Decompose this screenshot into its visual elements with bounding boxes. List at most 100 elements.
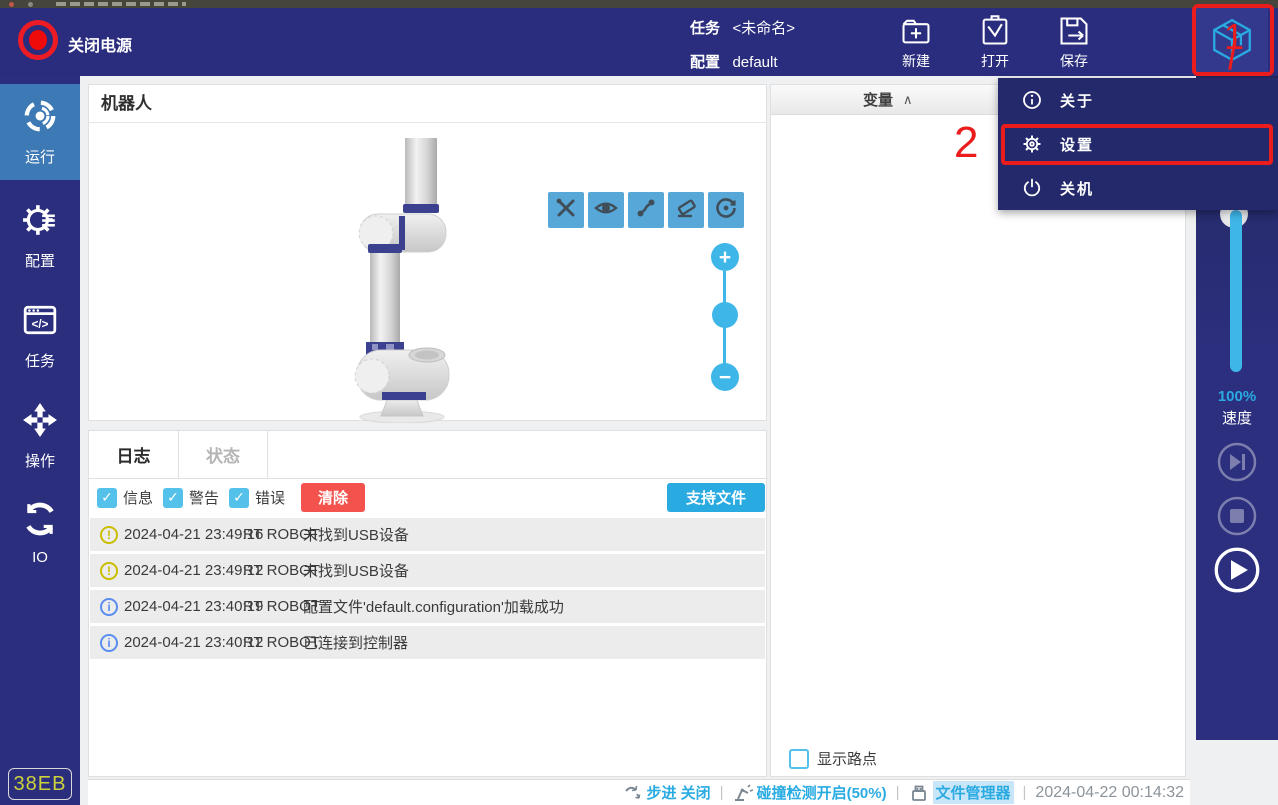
warning-filter-label: 警告: [189, 490, 220, 507]
log-row: ! 2024-04-21 23:49:12 RT ROBOT 未找到USB设备: [90, 554, 765, 587]
window-button-minimize[interactable]: [28, 2, 33, 7]
sidebar-item-run[interactable]: 运行: [0, 84, 80, 180]
show-waypoints-control[interactable]: 显示路点: [789, 748, 877, 769]
sidebar-item-operate[interactable]: 操作: [0, 388, 80, 484]
collapse-icon: ∧: [903, 91, 913, 107]
warning-icon: !: [100, 525, 118, 544]
zoom-in-button[interactable]: +: [711, 243, 739, 271]
error-filter-label: 错误: [255, 490, 286, 507]
play-icon: [1214, 547, 1260, 593]
power-icon: [29, 30, 47, 50]
view-path-button[interactable]: [628, 192, 664, 228]
new-task-label: 新建: [902, 53, 930, 69]
view-tools-button[interactable]: [548, 192, 584, 228]
window-button-close[interactable]: [9, 2, 14, 7]
robot-panel-title: 机器人: [89, 85, 766, 123]
step-arrow-icon: [624, 785, 640, 799]
move-arrows-icon: [22, 402, 58, 443]
collision-detection-control[interactable]: 碰撞检测开启(50%): [733, 782, 887, 803]
error-checkbox[interactable]: ✓: [229, 487, 249, 508]
path-waypoints-icon: [634, 196, 658, 225]
log-row: i 2024-04-21 23:40:19 RT ROBOT 配置文件'defa…: [90, 590, 765, 623]
tools-icon: [554, 196, 578, 225]
file-manager-label: 文件管理器: [932, 781, 1014, 804]
play-button[interactable]: [1213, 546, 1260, 593]
filter-info[interactable]: ✓ 信息: [97, 487, 153, 508]
power-button[interactable]: [18, 20, 58, 60]
sidebar-badge[interactable]: 38EB: [8, 768, 72, 800]
view-reset-button[interactable]: [708, 192, 744, 228]
svg-text:</>: </>: [32, 317, 49, 330]
tab-status[interactable]: 状态: [179, 431, 268, 478]
task-label: 任务: [690, 20, 721, 37]
log-row: i 2024-04-21 23:40:12 RT ROBOT 已连接到控制器: [90, 626, 765, 659]
speed-percent: 100%: [1217, 388, 1257, 405]
sidebar: 运行 配置 </> 任务 操作 IO 38EB: [0, 76, 80, 805]
step-forward-button[interactable]: [1215, 440, 1259, 484]
io-cycle-icon: [22, 501, 58, 542]
view-visibility-button[interactable]: [588, 192, 624, 228]
warning-checkbox[interactable]: ✓: [163, 487, 183, 508]
sidebar-item-config[interactable]: 配置: [0, 188, 80, 284]
gear-list-icon: [22, 202, 58, 243]
info-icon: [1022, 90, 1042, 110]
config-value: default: [732, 54, 778, 71]
robot-panel: 机器人 + −: [88, 84, 767, 423]
save-task-label: 保存: [1060, 53, 1088, 69]
show-waypoints-checkbox[interactable]: [789, 748, 809, 769]
tab-log-label: 日志: [116, 447, 151, 466]
step-mode-control[interactable]: 步进 关闭: [623, 782, 711, 803]
eraser-icon: [674, 196, 698, 225]
task-value: <未命名>: [732, 20, 795, 37]
cube-logo-icon: [1209, 17, 1255, 68]
filter-warning[interactable]: ✓ 警告: [163, 487, 219, 508]
tab-log[interactable]: 日志: [89, 431, 179, 478]
clear-log-button[interactable]: 清除: [301, 483, 365, 512]
filter-error[interactable]: ✓ 错误: [229, 487, 285, 508]
tab-divider: [89, 478, 766, 479]
status-divider: |: [895, 784, 900, 801]
new-file-icon: [899, 14, 933, 48]
zoom-out-button[interactable]: −: [711, 363, 739, 391]
sidebar-item-label: 任务: [24, 352, 55, 370]
sidebar-item-task[interactable]: </> 任务: [0, 288, 80, 384]
variables-title: 变量: [863, 92, 894, 109]
support-files-button[interactable]: 支持文件: [667, 483, 765, 512]
robot-3d-view[interactable]: + −: [90, 124, 767, 423]
status-divider: |: [719, 784, 724, 801]
zoom-slider-handle[interactable]: [712, 302, 738, 328]
open-task-button[interactable]: 打开: [963, 14, 1027, 74]
open-task-label: 打开: [981, 53, 1009, 69]
run-icon: [22, 98, 58, 139]
window-titlebar: [0, 0, 1278, 8]
status-divider: |: [1022, 784, 1027, 801]
sidebar-item-io[interactable]: IO: [0, 488, 80, 578]
log-message: 已连接到控制器: [303, 635, 409, 652]
menu-item-shutdown[interactable]: 关机: [998, 166, 1278, 210]
save-task-button[interactable]: 保存: [1042, 14, 1106, 74]
info-checkbox[interactable]: ✓: [97, 487, 117, 508]
info-filter-label: 信息: [123, 490, 154, 507]
minus-icon: −: [718, 365, 732, 389]
menu-item-settings[interactable]: 设置: [998, 122, 1278, 166]
new-task-button[interactable]: 新建: [884, 14, 948, 74]
power-button-label: 关闭电源: [68, 38, 133, 55]
view-erase-button[interactable]: [668, 192, 704, 228]
file-manager-control[interactable]: 文件管理器: [909, 781, 1014, 804]
speed-slider-track[interactable]: [1230, 210, 1242, 372]
log-message: 未找到USB设备: [303, 563, 409, 580]
window-title-placeholder: [56, 2, 186, 6]
skip-next-icon: [1217, 442, 1257, 482]
menu-item-about[interactable]: 关于: [998, 78, 1278, 122]
config-row: 配置 default: [690, 51, 778, 72]
tab-status-label: 状态: [206, 447, 240, 466]
status-bar: 步进 关闭 | 碰撞检测开启(50%) | 文件管理器 | 2024-04-22…: [88, 779, 1190, 805]
code-window-icon: </>: [22, 302, 58, 343]
app-window: 关闭电源 任务 <未命名> 配置 default 新建 打开 保存 运行 配置 …: [0, 0, 1278, 805]
gear-icon: [1022, 134, 1042, 154]
robot-arm-image: [354, 138, 450, 423]
save-icon: [1057, 14, 1091, 48]
stop-button[interactable]: [1215, 494, 1259, 538]
app-menu: 关于 设置 关机: [998, 78, 1278, 210]
app-logo-menu-button[interactable]: [1196, 8, 1268, 76]
